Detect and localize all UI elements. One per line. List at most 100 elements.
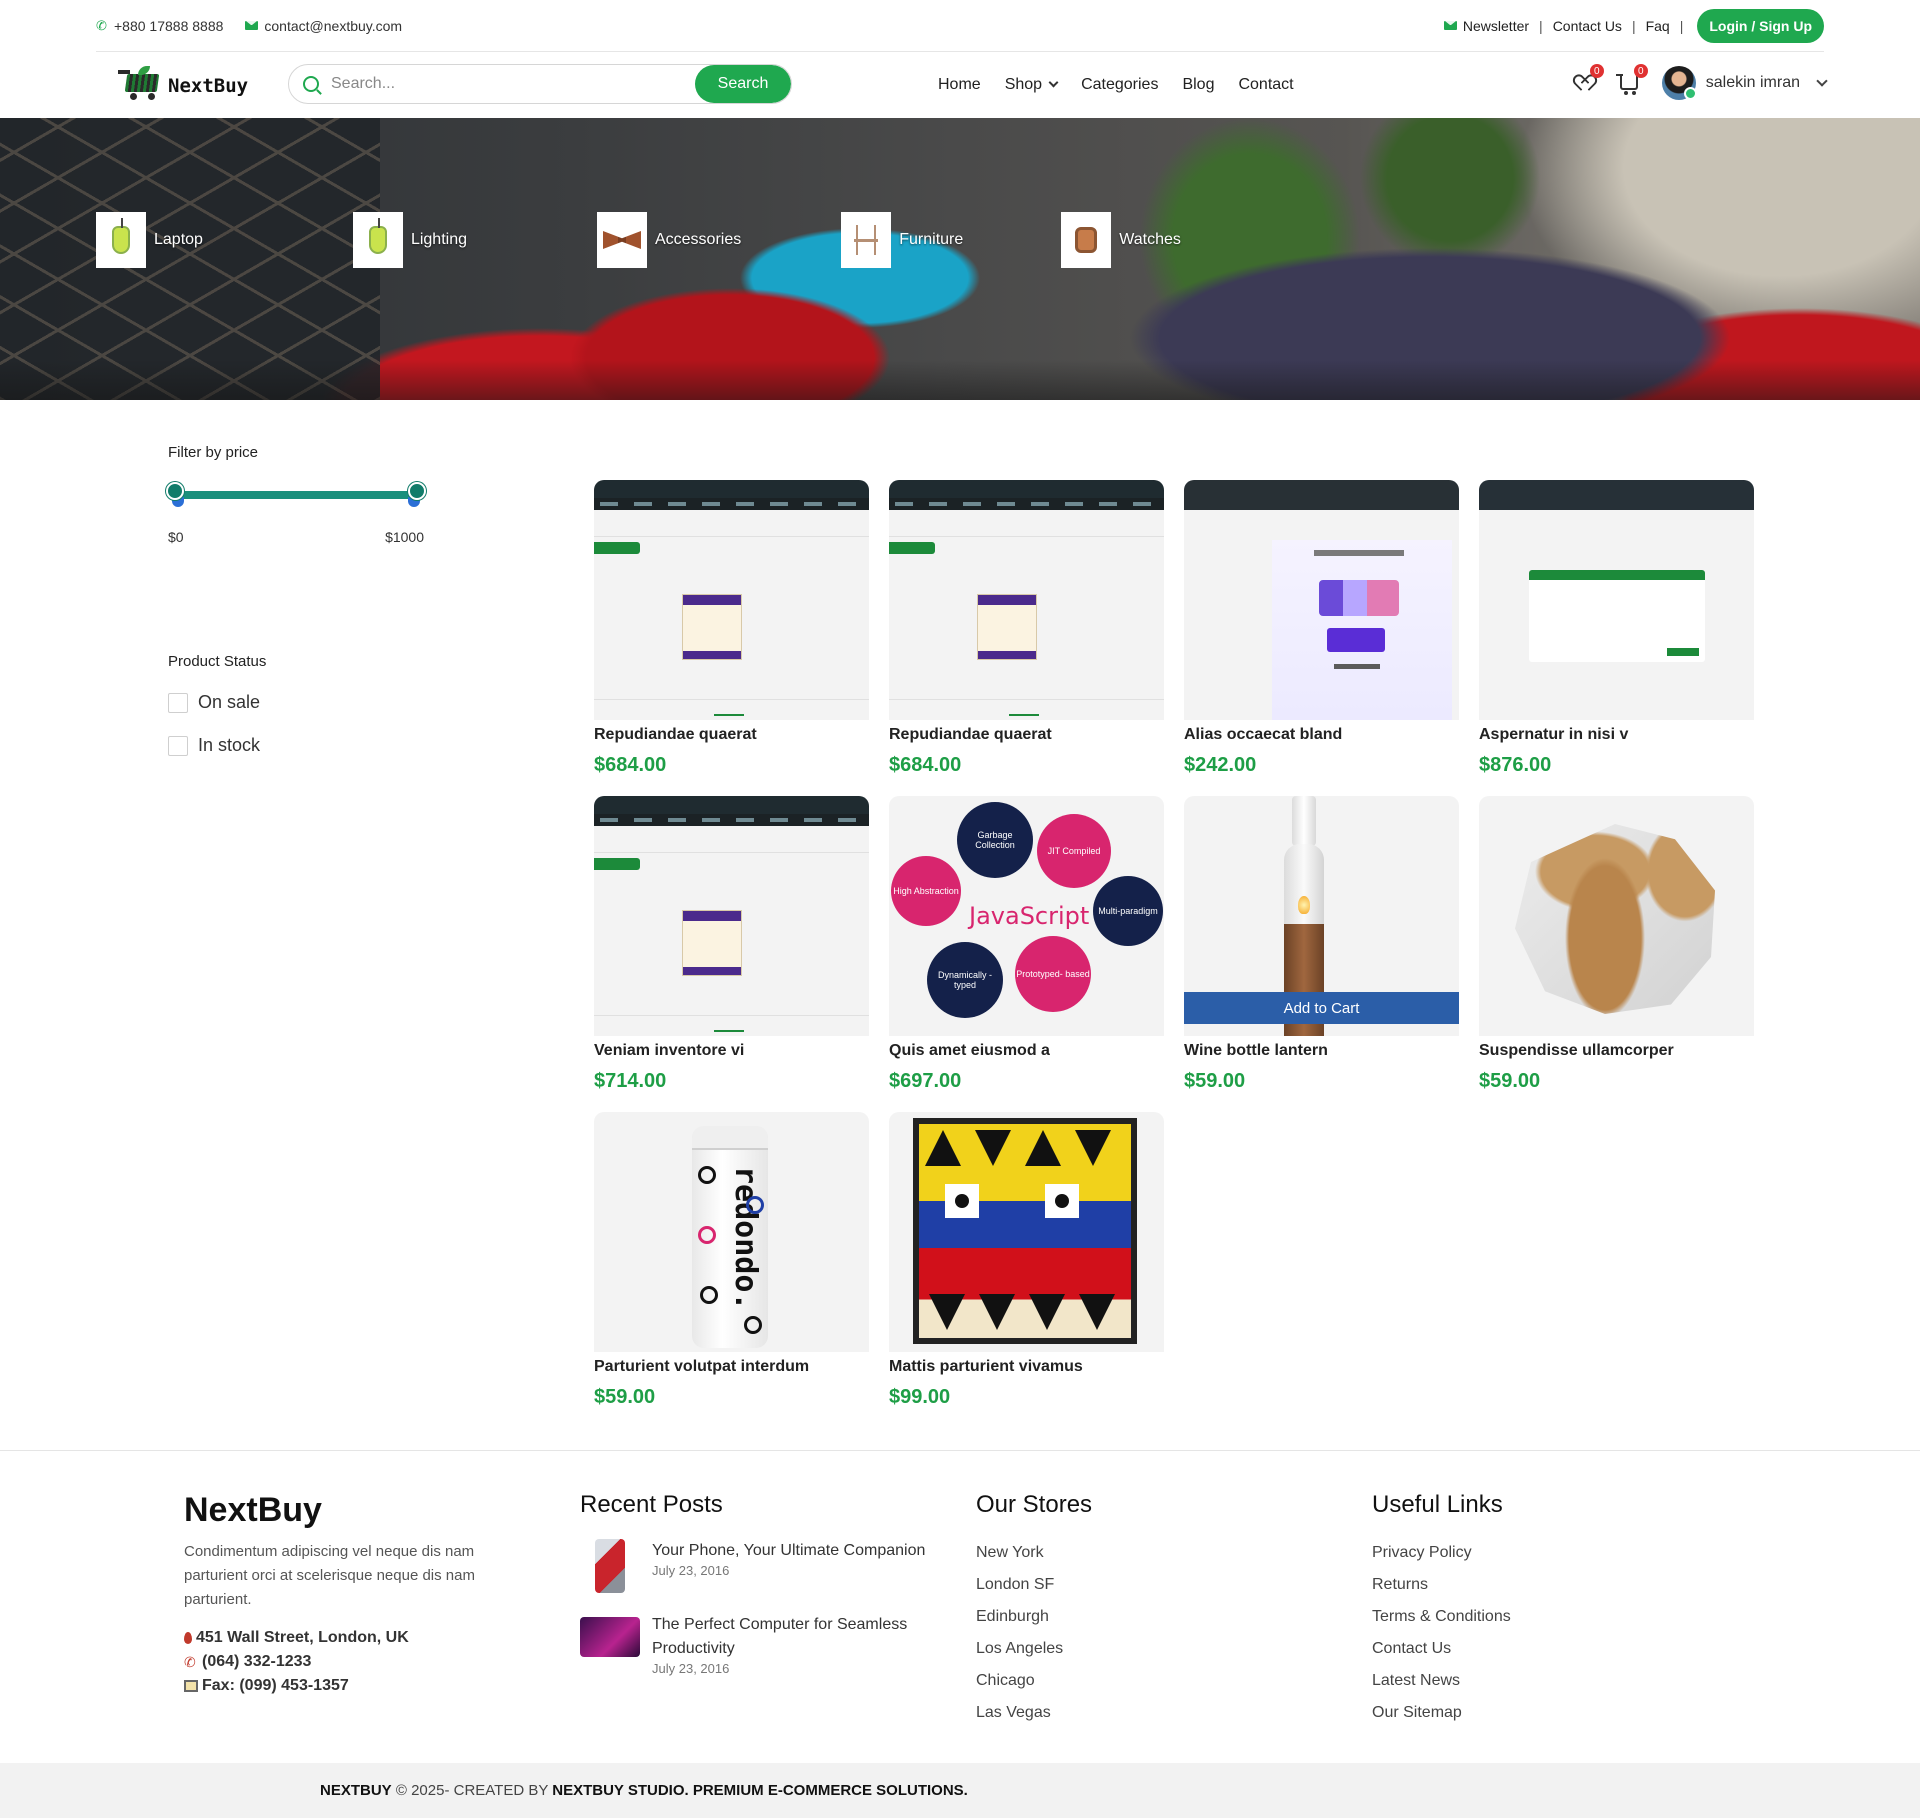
product-image[interactable] bbox=[889, 480, 1164, 720]
store-link[interactable]: Chicago bbox=[976, 1665, 1092, 1697]
cart-button[interactable]: 0 bbox=[1615, 64, 1648, 95]
post-thumbnail[interactable] bbox=[595, 1539, 625, 1593]
product-name[interactable]: Mattis parturient vivamus bbox=[889, 1358, 1164, 1376]
recent-post[interactable]: Your Phone, Your Ultimate Companion July… bbox=[580, 1539, 940, 1593]
add-to-cart-button[interactable]: Add to Cart bbox=[1184, 992, 1459, 1024]
slider-max-handle[interactable] bbox=[408, 482, 426, 500]
useful-links-list: Privacy Policy Returns Terms & Condition… bbox=[1372, 1537, 1511, 1729]
login-signup-button[interactable]: Login / Sign Up bbox=[1697, 8, 1824, 43]
store-link[interactable]: Las Vegas bbox=[976, 1697, 1092, 1729]
product-card[interactable]: Repudiandae quaerat $684.00 bbox=[889, 480, 1164, 796]
user-menu[interactable]: salekin imran bbox=[1661, 66, 1828, 100]
category-accessories[interactable]: Accessories bbox=[596, 212, 742, 268]
footer-link[interactable]: Returns bbox=[1372, 1569, 1511, 1601]
newsletter-link[interactable]: Newsletter | bbox=[1443, 18, 1543, 34]
email-address: contact@nextbuy.com bbox=[264, 17, 403, 34]
product-card[interactable]: Mattis parturient vivamus $99.00 bbox=[889, 1112, 1164, 1428]
price-range-slider[interactable] bbox=[166, 479, 426, 507]
product-name[interactable]: Alias occaecat bland bbox=[1184, 726, 1459, 744]
product-name[interactable]: Parturient volutpat interdum bbox=[594, 1358, 869, 1376]
product-price: $59.00 bbox=[1184, 1070, 1246, 1092]
product-name[interactable]: Suspendisse ullamcorper bbox=[1479, 1042, 1754, 1060]
product-name[interactable]: Repudiandae quaerat bbox=[889, 726, 1164, 744]
copyright-text: © 2025- CREATED BY bbox=[391, 1782, 553, 1799]
post-thumbnail[interactable] bbox=[580, 1617, 640, 1657]
post-title[interactable]: Your Phone, Your Ultimate Companion bbox=[652, 1539, 925, 1563]
menu-contact[interactable]: Contact bbox=[1238, 76, 1293, 94]
cart-logo-icon bbox=[118, 66, 162, 100]
store-link[interactable]: New York bbox=[976, 1537, 1092, 1569]
footer-link[interactable]: Terms & Conditions bbox=[1372, 1601, 1511, 1633]
product-card[interactable]: Alias occaecat bland $242.00 bbox=[1184, 480, 1459, 796]
lamp-icon bbox=[352, 212, 403, 268]
footer-useful-links: Useful Links Privacy Policy Returns Term… bbox=[1372, 1491, 1511, 1729]
product-name[interactable]: Aspernatur in nisi v bbox=[1479, 726, 1754, 744]
price-filter-title: Filter by price bbox=[168, 444, 259, 461]
post-title[interactable]: The Perfect Computer for Seamless Produc… bbox=[652, 1613, 940, 1661]
chevron-down-icon bbox=[1816, 75, 1828, 87]
on-sale-checkbox[interactable]: On sale bbox=[168, 692, 428, 713]
store-link[interactable]: Edinburgh bbox=[976, 1601, 1092, 1633]
search-button[interactable]: Search bbox=[695, 65, 791, 103]
contact-us-link[interactable]: Contact Us | bbox=[1553, 18, 1636, 34]
footer-link[interactable]: Latest News bbox=[1372, 1665, 1511, 1697]
product-image[interactable] bbox=[889, 1112, 1164, 1352]
email-contact[interactable]: contact@nextbuy.com bbox=[245, 18, 402, 34]
product-card[interactable]: Garbage Collection JIT Compiled High Abs… bbox=[889, 796, 1164, 1112]
phone-contact[interactable]: ✆ +880 17888 8888 bbox=[96, 18, 223, 34]
search-icon bbox=[303, 76, 319, 92]
product-image[interactable] bbox=[594, 796, 869, 1036]
wishlist-button[interactable]: 0 bbox=[1574, 64, 1604, 94]
recent-post[interactable]: The Perfect Computer for Seamless Produc… bbox=[580, 1613, 940, 1676]
hero-categories: Laptop Lighting Accessories Furniture Wa… bbox=[96, 212, 1181, 268]
slider-min-handle[interactable] bbox=[166, 482, 184, 500]
store-link[interactable]: Los Angeles bbox=[976, 1633, 1092, 1665]
category-laptop[interactable]: Laptop bbox=[96, 212, 203, 268]
hero-banner: Laptop Lighting Accessories Furniture Wa… bbox=[0, 118, 1920, 400]
product-card[interactable]: Repudiandae quaerat $684.00 bbox=[594, 480, 869, 796]
cart-icon bbox=[1615, 74, 1638, 95]
category-watches[interactable]: Watches bbox=[1061, 212, 1181, 268]
footer-link[interactable]: Our Sitemap bbox=[1372, 1697, 1511, 1729]
store-link[interactable]: London SF bbox=[976, 1569, 1092, 1601]
footer-address: 451 Wall Street, London, UK bbox=[184, 1626, 504, 1650]
product-name[interactable]: Wine bottle lantern bbox=[1184, 1042, 1459, 1060]
menu-shop[interactable]: Shop bbox=[1005, 76, 1059, 94]
category-label: Watches bbox=[1119, 231, 1181, 248]
menu-categories[interactable]: Categories bbox=[1081, 76, 1158, 94]
product-name[interactable]: Veniam inventore vi bbox=[594, 1042, 869, 1060]
product-image[interactable] bbox=[1184, 480, 1459, 720]
product-image[interactable] bbox=[594, 480, 869, 720]
product-card[interactable]: Add to Cart Wine bottle lantern $59.00 bbox=[1184, 796, 1459, 1112]
footer-phone[interactable]: ✆ (064) 332-1233 bbox=[184, 1650, 504, 1674]
product-name[interactable]: Quis amet eiusmod a bbox=[889, 1042, 1164, 1060]
category-label: Accessories bbox=[654, 231, 742, 248]
footer-stores: Our Stores New York London SF Edinburgh … bbox=[976, 1491, 1092, 1729]
product-card[interactable]: Aspernatur in nisi v $876.00 bbox=[1479, 480, 1754, 796]
faq-link[interactable]: Faq | bbox=[1646, 18, 1684, 34]
menu-blog[interactable]: Blog bbox=[1182, 76, 1214, 94]
category-furniture[interactable]: Furniture bbox=[841, 212, 963, 268]
site-logo[interactable]: NextBuy bbox=[118, 66, 248, 100]
menu-home[interactable]: Home bbox=[938, 76, 981, 94]
heart-icon bbox=[1577, 76, 1593, 90]
product-image[interactable] bbox=[1479, 796, 1754, 1036]
product-card[interactable]: Veniam inventore vi $714.00 bbox=[594, 796, 869, 1112]
phone-icon: ✆ bbox=[96, 17, 107, 33]
footer-link[interactable]: Privacy Policy bbox=[1372, 1537, 1511, 1569]
product-name[interactable]: Repudiandae quaerat bbox=[594, 726, 869, 744]
in-stock-checkbox[interactable]: In stock bbox=[168, 735, 428, 756]
category-lighting[interactable]: Lighting bbox=[352, 212, 467, 268]
checkbox[interactable] bbox=[168, 735, 188, 756]
product-image[interactable]: redondo. bbox=[594, 1112, 869, 1352]
product-card[interactable]: redondo. Parturient volutpat interdum $5… bbox=[594, 1112, 869, 1428]
product-image[interactable]: Add to Cart bbox=[1184, 796, 1459, 1036]
product-price: $99.00 bbox=[889, 1386, 951, 1408]
footer-link[interactable]: Contact Us bbox=[1372, 1633, 1511, 1665]
checkbox[interactable] bbox=[168, 692, 188, 713]
search-input[interactable] bbox=[319, 65, 695, 103]
chair-icon bbox=[841, 212, 892, 268]
product-card[interactable]: Suspendisse ullamcorper $59.00 bbox=[1479, 796, 1754, 1112]
product-image[interactable]: Garbage Collection JIT Compiled High Abs… bbox=[889, 796, 1164, 1036]
product-image[interactable] bbox=[1479, 480, 1754, 720]
